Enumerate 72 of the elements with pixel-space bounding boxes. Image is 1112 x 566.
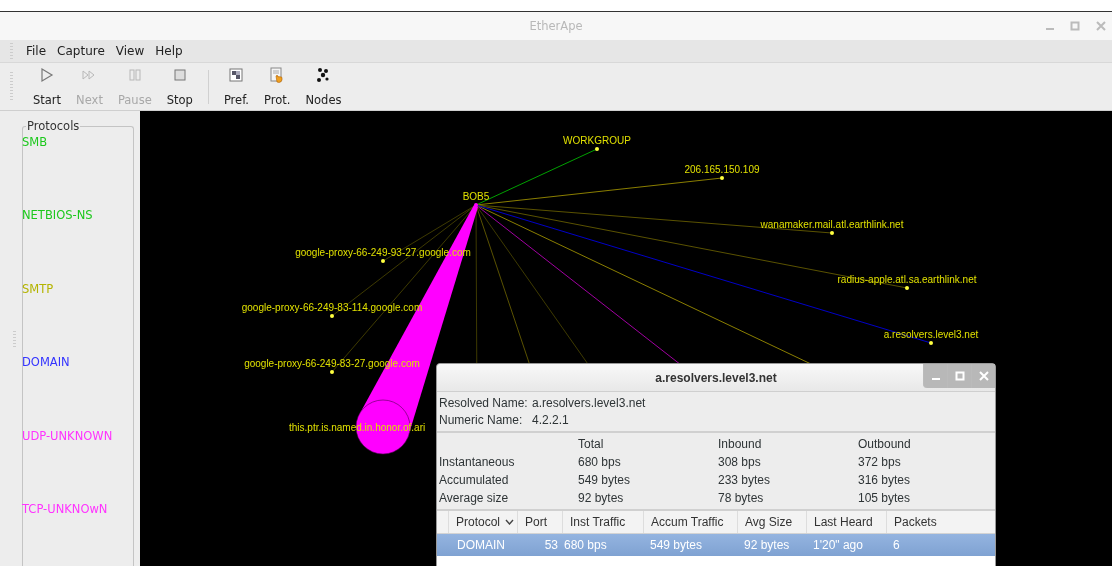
column-header[interactable]: Port xyxy=(517,511,562,533)
protocol-label: SMTP xyxy=(22,281,54,296)
row-label: Accumulated xyxy=(439,473,510,487)
column-header[interactable]: Packets xyxy=(886,511,994,533)
protocol-label: TCP-UNKNOwN xyxy=(22,501,108,516)
field-value: 4.2.2.1 xyxy=(532,412,569,427)
node-label: radius-apple.atl.sa.earthlink.net xyxy=(837,274,977,285)
column-header[interactable]: Last Heard xyxy=(806,511,886,533)
field-value: a.resolvers.level3.net xyxy=(532,395,646,410)
node-dot[interactable] xyxy=(830,231,834,235)
node-dot[interactable] xyxy=(720,176,724,180)
table-cell-text: 1'20" ago xyxy=(812,538,864,552)
stop-icon xyxy=(171,66,188,83)
pause-icon xyxy=(126,66,143,83)
column-heading: Outbound xyxy=(858,437,912,451)
stat-value: 372 bps xyxy=(858,455,902,469)
table-cell-text: 549 bytes xyxy=(649,538,704,552)
dialog-title: a.resolvers.level3.net xyxy=(655,370,777,385)
stat-value: 92 bytes xyxy=(578,491,625,505)
stat-value: 549 bytes xyxy=(578,473,632,487)
node-label: 206.165.150.109 xyxy=(684,164,760,175)
row-label: Average size xyxy=(439,491,510,505)
field-label: Numeric Name: xyxy=(439,412,524,427)
stat-value: 680 bps xyxy=(578,455,622,469)
menu-item[interactable]: Capture xyxy=(57,44,105,58)
protocol-label: SMB xyxy=(22,135,48,149)
node-label: WORKGROUP xyxy=(563,135,631,146)
node-dot[interactable] xyxy=(381,259,385,263)
table-cell-text: 680 bps xyxy=(563,538,608,552)
stat-value: 78 bytes xyxy=(718,491,765,505)
column-heading: Total xyxy=(578,437,605,451)
window-title: EtherApe xyxy=(529,19,583,33)
menu-item[interactable]: Help xyxy=(155,44,183,58)
node-dot[interactable] xyxy=(929,341,933,345)
stat-value: 316 bytes xyxy=(858,473,912,487)
node-dot[interactable] xyxy=(474,203,478,207)
menu-item[interactable]: File xyxy=(26,44,47,58)
protocol-label: NETBIOS-NS xyxy=(22,208,93,223)
menu-item[interactable]: View xyxy=(115,44,145,58)
node-dot[interactable] xyxy=(905,286,909,290)
node-dot[interactable] xyxy=(595,147,599,151)
protocol-label: DOMAIN xyxy=(22,355,70,370)
toolbar-button[interactable]: Stop xyxy=(160,66,199,107)
node-label: BOB5 xyxy=(462,191,490,202)
node-label: wanamaker.mail.atl.earthlink.net xyxy=(760,219,904,230)
column-header[interactable]: Accum Traffic xyxy=(643,511,737,533)
maximize-icon xyxy=(954,371,965,381)
document-icon xyxy=(269,66,286,83)
row-label: Instantaneous xyxy=(439,455,516,469)
column-header[interactable]: Avg Size xyxy=(737,511,806,533)
table-cell-text: 92 bytes xyxy=(743,538,791,552)
node-dot[interactable] xyxy=(330,314,334,318)
legend-title: Protocols xyxy=(26,119,81,133)
table-cell-text: 6 xyxy=(892,538,901,552)
toolbar-button[interactable]: Prot. xyxy=(258,66,297,107)
toolbar-button[interactable]: Pref. xyxy=(217,66,256,107)
column-header[interactable]: Protocol xyxy=(448,511,517,533)
stat-value: 233 bytes xyxy=(718,473,772,487)
stat-value: 308 bps xyxy=(718,455,762,469)
protocol-label: UDP-UNKNOWN xyxy=(22,428,113,443)
toolbar-button[interactable]: Nodes xyxy=(299,66,348,107)
column-heading: Inbound xyxy=(718,437,763,451)
minimize-icon xyxy=(931,378,940,380)
close-icon xyxy=(978,371,989,381)
grid-icon xyxy=(228,66,245,83)
column-header[interactable]: Inst Traffic xyxy=(562,511,643,533)
node-dot[interactable] xyxy=(330,370,334,374)
stat-value: 105 bytes xyxy=(858,491,912,505)
table-cell-text: 53 xyxy=(543,538,559,552)
table-cell-text: DOMAIN xyxy=(456,538,506,552)
field-label: Resolved Name: xyxy=(439,395,529,410)
toolbar-button[interactable]: Start xyxy=(27,66,68,107)
